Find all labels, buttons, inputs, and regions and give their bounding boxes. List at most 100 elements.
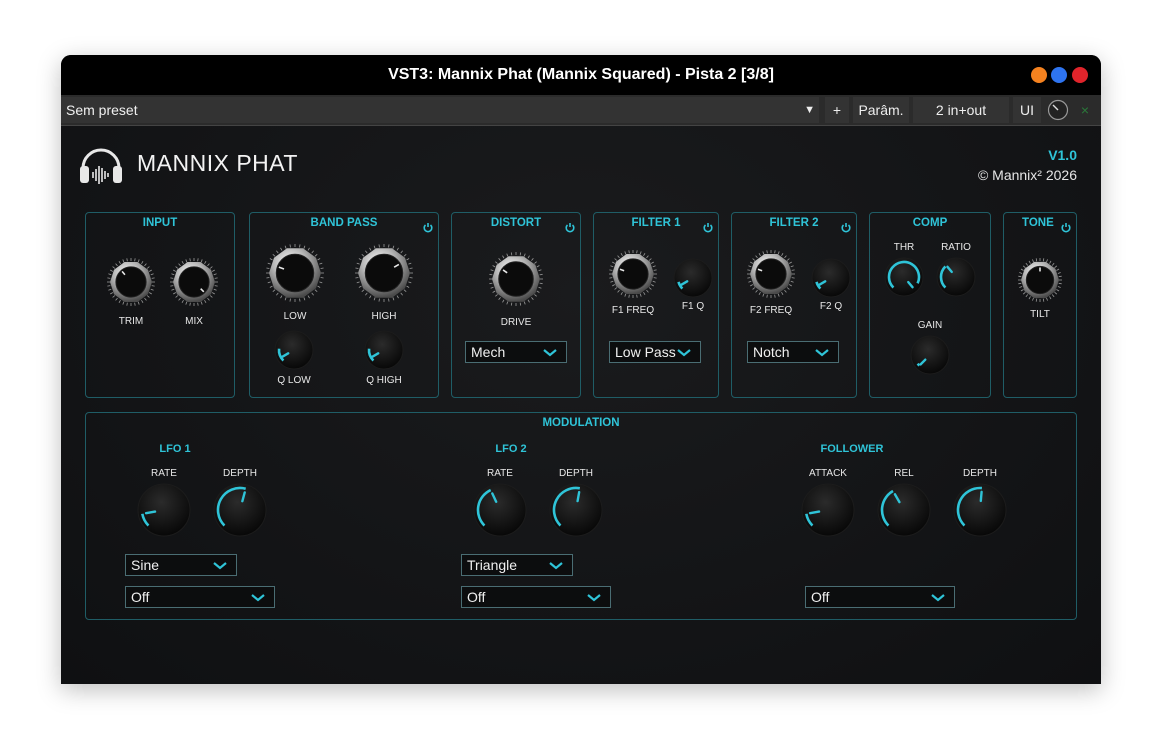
lfo2-rate-knob[interactable] xyxy=(472,482,528,542)
high-knob[interactable] xyxy=(354,243,414,307)
f2-q-knob[interactable] xyxy=(810,257,852,303)
knob-icon xyxy=(811,258,851,298)
lfo1-depth-label: DEPTH xyxy=(223,468,257,479)
lfo2-shape-select[interactable]: Triangle xyxy=(461,554,573,576)
rel-knob[interactable] xyxy=(876,482,932,542)
trim-knob[interactable] xyxy=(106,257,156,311)
knob-icon xyxy=(673,258,713,298)
io-button[interactable]: 2 in+out xyxy=(913,97,1009,123)
tilt-knob[interactable] xyxy=(1017,257,1063,307)
q-low-knob[interactable] xyxy=(273,329,315,375)
ratio-knob[interactable] xyxy=(935,256,977,302)
title-bar: VST3: Mannix Phat (Mannix Squared) - Pis… xyxy=(61,55,1101,95)
mix-knob[interactable] xyxy=(169,257,219,311)
knob-icon xyxy=(473,483,527,537)
lfo1-depth-knob[interactable] xyxy=(212,482,268,542)
f1-freq-knob[interactable] xyxy=(608,249,658,303)
follower-target-select[interactable]: Off xyxy=(805,586,955,608)
knob-icon xyxy=(609,250,657,298)
knob-icon xyxy=(1047,99,1069,121)
lfo1-shape-select[interactable]: Sine xyxy=(125,554,237,576)
attack-label: ATTACK xyxy=(809,468,847,479)
lfo1-rate-label: RATE xyxy=(151,468,177,479)
low-label: LOW xyxy=(283,311,307,322)
close-button[interactable] xyxy=(1072,67,1088,83)
plugin-window: VST3: Mannix Phat (Mannix Squared) - Pis… xyxy=(61,55,1101,684)
tone-panel: TONE TILT xyxy=(1003,212,1077,398)
gain-knob[interactable] xyxy=(909,334,951,380)
lfo2-rate-label: RATE xyxy=(487,468,513,479)
preset-select[interactable]: Sem preset ▼ xyxy=(61,97,819,123)
preset-value: Sem preset xyxy=(66,102,138,118)
follower-depth-knob[interactable] xyxy=(952,482,1008,542)
version-label: V1.0 xyxy=(1048,147,1077,163)
knob-icon xyxy=(274,330,314,370)
filter1-type-select[interactable]: Low Pass xyxy=(609,341,701,363)
f1-q-knob[interactable] xyxy=(672,257,714,303)
q-high-knob[interactable] xyxy=(363,329,405,375)
drive-label: DRIVE xyxy=(500,317,532,328)
comp-title: COMP xyxy=(912,217,948,229)
power-icon[interactable] xyxy=(840,221,852,233)
low-knob[interactable] xyxy=(265,243,325,307)
ui-button[interactable]: UI xyxy=(1013,97,1041,123)
high-label: HIGH xyxy=(371,311,397,322)
chevron-down-icon xyxy=(542,342,558,362)
knob-icon xyxy=(489,252,543,306)
knob-icon xyxy=(266,244,324,302)
q-high-label: Q HIGH xyxy=(366,375,402,386)
knob-icon xyxy=(355,244,413,302)
knob-icon xyxy=(884,257,924,297)
follower-title: FOLLOWER xyxy=(820,443,884,455)
chevron-down-icon xyxy=(548,555,564,575)
knob-icon xyxy=(213,483,267,537)
distort-title: DISTORT xyxy=(490,217,542,229)
power-icon[interactable] xyxy=(1060,221,1072,233)
knob-icon xyxy=(137,483,191,537)
knob-icon xyxy=(107,258,155,306)
add-preset-button[interactable]: + xyxy=(825,97,849,123)
distort-mode-select[interactable]: Mech xyxy=(465,341,567,363)
lfo1-target-select[interactable]: Off xyxy=(125,586,275,608)
host-toolbar: Sem preset ▼ + Parâm. 2 in+out UI × xyxy=(61,95,1101,126)
bandpass-title: BAND PASS xyxy=(310,217,378,229)
filter2-title: FILTER 2 xyxy=(769,217,819,229)
minimize-button[interactable] xyxy=(1031,67,1047,83)
lfo2-depth-knob[interactable] xyxy=(548,482,604,542)
input-panel: INPUT TRIM MIX xyxy=(85,212,235,398)
power-icon[interactable] xyxy=(564,221,576,233)
lfo2-target-value: Off xyxy=(467,589,486,605)
chevron-down-icon xyxy=(930,587,946,607)
plugin-ui: MANNIX PHAT V1.0 © Mannix² 2026 INPUT TR… xyxy=(61,126,1101,684)
power-icon[interactable] xyxy=(702,221,714,233)
follower-target-value: Off xyxy=(811,589,830,605)
filter2-type-value: Notch xyxy=(753,344,790,360)
knob-icon xyxy=(877,483,931,537)
lfo2-target-select[interactable]: Off xyxy=(461,586,611,608)
knob-icon xyxy=(801,483,855,537)
f1-q-label: F1 Q xyxy=(681,301,705,312)
output-gain-knob[interactable] xyxy=(1047,99,1069,121)
thr-knob[interactable] xyxy=(883,256,925,302)
power-icon[interactable] xyxy=(422,221,434,233)
knob-icon xyxy=(953,483,1007,537)
f2-freq-knob[interactable] xyxy=(746,249,796,303)
maximize-button[interactable] xyxy=(1051,67,1067,83)
drive-knob[interactable] xyxy=(488,251,544,311)
knob-icon xyxy=(170,258,218,306)
params-button[interactable]: Parâm. xyxy=(853,97,909,123)
comp-panel: COMP THR RATIO GAIN xyxy=(869,212,991,398)
modulation-title: MODULATION xyxy=(542,417,620,429)
bypass-close-button[interactable]: × xyxy=(1073,97,1097,123)
lfo2-depth-label: DEPTH xyxy=(559,468,593,479)
knob-icon xyxy=(747,250,795,298)
tilt-label: TILT xyxy=(1030,309,1050,320)
filter2-panel: FILTER 2 F2 FREQ F2 Q Notch xyxy=(731,212,857,398)
filter2-type-select[interactable]: Notch xyxy=(747,341,839,363)
attack-knob[interactable] xyxy=(800,482,856,542)
lfo1-shape-value: Sine xyxy=(131,557,160,573)
lfo1-rate-knob[interactable] xyxy=(136,482,192,542)
mix-label: MIX xyxy=(185,316,203,327)
distort-panel: DISTORT DRIVE Mech xyxy=(451,212,581,398)
headphones-logo-icon xyxy=(80,148,122,184)
